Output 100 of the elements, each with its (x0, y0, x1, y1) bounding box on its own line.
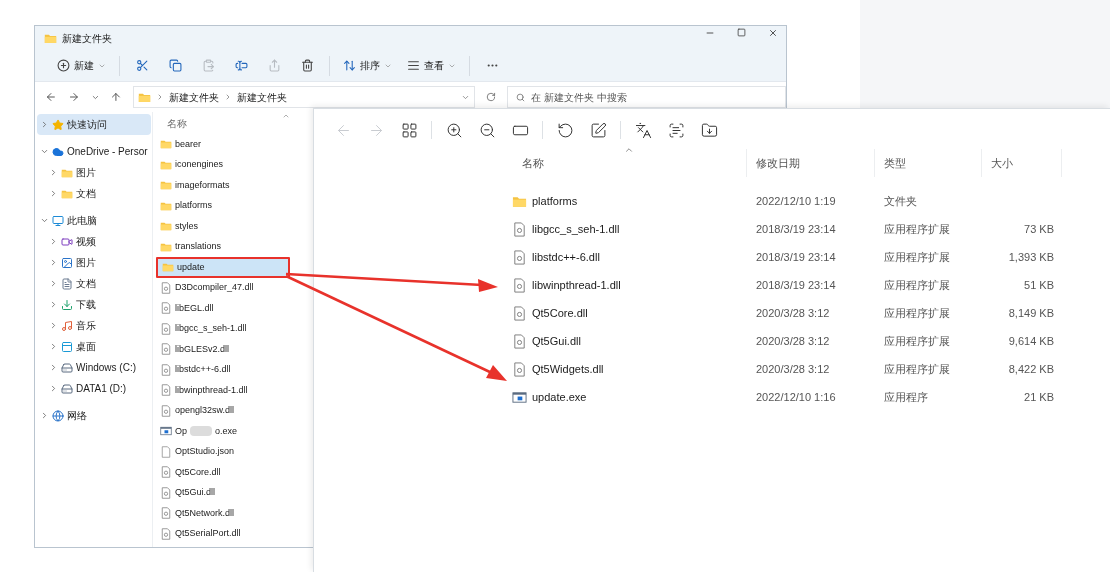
sidebar-item[interactable]: 此电脑 (37, 210, 151, 231)
sidebar-item[interactable]: 下载 (37, 294, 151, 315)
file-row[interactable]: libEGL.dll (156, 298, 290, 319)
chevron-right-icon[interactable] (49, 300, 58, 309)
file-row[interactable]: OptStudio.json (156, 441, 290, 462)
up-icon[interactable] (110, 91, 123, 103)
file-row[interactable]: Qt5Gui.dll (156, 482, 290, 503)
dll-file-icon (160, 281, 172, 294)
dll-file-icon (160, 302, 172, 315)
desktop-icon (61, 340, 73, 353)
sidebar-item[interactable]: 快速访问 (37, 114, 151, 135)
address-bar[interactable]: 新建文件夹 新建文件夹 (133, 86, 476, 108)
column-header[interactable]: 修改日期 (747, 154, 800, 172)
file-row[interactable]: update (156, 257, 290, 278)
drive-icon (61, 382, 73, 395)
dll-file-icon (160, 404, 172, 417)
sidebar-item[interactable]: 音乐 (37, 315, 151, 336)
file-row[interactable]: Qt5SerialPort.dll (156, 523, 290, 544)
dll-file-icon (512, 333, 527, 349)
file-row[interactable]: libwinpthread-1.dll 2018/3/19 23:14 应用程序扩展 51 KB (511, 271, 1110, 299)
chevron-right-icon[interactable] (40, 120, 49, 129)
toolbar-button[interactable]: 排序 (337, 53, 398, 78)
column-header[interactable]: 类型 (875, 154, 906, 172)
file-row[interactable]: Qt5Core.dll (156, 462, 290, 483)
clipboard-icon (201, 59, 215, 72)
file-row[interactable]: platforms (156, 195, 290, 216)
file-row[interactable]: Qt5Network.dll (156, 503, 290, 524)
sidebar-item[interactable]: 图片 (37, 252, 151, 273)
sidebar-item[interactable]: 文档 (37, 183, 151, 204)
sidebar-item[interactable]: OneDrive - Persor (37, 141, 151, 162)
dll-file-icon (160, 527, 172, 540)
sidebar-item[interactable]: 桌面 (37, 336, 151, 357)
file-row[interactable]: libstdc++-6.dll (156, 359, 290, 380)
file-row[interactable]: libgcc_s_seh-1.dll (156, 318, 290, 339)
file-row[interactable]: iconengines (156, 154, 290, 175)
zoom-out-icon (478, 121, 496, 139)
file-row[interactable]: styles (156, 216, 290, 237)
file-row[interactable]: platforms 2022/12/10 1:19 文件夹 (511, 187, 1110, 215)
chevron-down-icon[interactable] (40, 147, 49, 156)
date-cell-text: 2018/3/19 23:14 (755, 277, 837, 293)
chevron-right-icon[interactable] (49, 258, 58, 267)
chevron-right-icon[interactable] (49, 189, 58, 198)
maximize-icon[interactable] (737, 28, 746, 37)
chevron-right-icon[interactable] (49, 342, 58, 351)
size-cell-text: 73 KB (1024, 221, 1054, 237)
refresh-icon[interactable] (486, 92, 496, 102)
column-header[interactable]: 名称 (504, 154, 544, 172)
chevron-right-icon[interactable] (40, 411, 49, 420)
folder-icon (162, 261, 174, 274)
chevron-right-icon[interactable] (49, 237, 58, 246)
file-icon (160, 445, 172, 458)
sidebar-item[interactable]: Windows (C:) (37, 357, 151, 378)
file-row[interactable]: Qt5Widgets.dll 2020/3/28 3:12 应用程序扩展 8,422 KB (511, 355, 1110, 383)
back-icon[interactable] (45, 91, 57, 103)
breadcrumb-item[interactable]: 新建文件夹 (237, 89, 288, 105)
toolbar-button[interactable]: 新建 (51, 53, 112, 78)
file-row[interactable]: bearer (156, 134, 290, 155)
chevron-right-icon[interactable] (49, 168, 58, 177)
search-field[interactable]: 在 新建文件夹 中搜索 (507, 86, 786, 108)
file-row[interactable]: translations (156, 236, 290, 257)
file-name: libstdc++-6.dll (532, 249, 600, 265)
sidebar-item[interactable]: 文档 (37, 273, 151, 294)
chevron-down-icon[interactable] (40, 216, 49, 225)
sort-icon (343, 59, 356, 72)
size-cell-text: 1,393 KB (1008, 249, 1054, 265)
toolbar-button[interactable]: 查看 (401, 53, 462, 78)
sidebar-item[interactable]: 网络 (37, 405, 151, 426)
chevron-right-icon[interactable] (49, 279, 58, 288)
column-header[interactable]: 名称 (156, 116, 187, 134)
file-row[interactable]: update.exe 2022/12/10 1:16 应用程序 21 KB (511, 383, 1110, 411)
file-name-end: o.exe (215, 424, 238, 438)
type-cell-text: 应用程序 (883, 389, 929, 405)
sidebar-item[interactable]: 视频 (37, 231, 151, 252)
document-icon (61, 277, 73, 290)
chevron-right-icon[interactable] (49, 384, 58, 393)
sidebar-item[interactable]: 图片 (37, 162, 151, 183)
close-icon[interactable] (768, 28, 778, 38)
file-row[interactable]: D3Dcompiler_47.dll (156, 277, 290, 298)
type-cell-text: 应用程序扩展 (883, 333, 951, 349)
file-row[interactable]: Op o.exe (156, 421, 290, 442)
file-row[interactable]: Qt5Gui.dll 2020/3/28 3:12 应用程序扩展 9,614 KB (511, 327, 1110, 355)
file-row[interactable]: Qt5Core.dll 2020/3/28 3:12 应用程序扩展 8,149 KB (511, 299, 1110, 327)
file-row[interactable]: libstdc++-6.dll 2018/3/19 23:14 应用程序扩展 1,393 KB (511, 243, 1110, 271)
rotate-icon (556, 121, 574, 139)
file-row[interactable]: opengl32sw.dll (156, 400, 290, 421)
column-header[interactable]: 大小 (982, 154, 1013, 172)
translate-icon (634, 121, 652, 139)
chevron-right-icon[interactable] (49, 363, 58, 372)
breadcrumb-item[interactable]: 新建文件夹 (169, 89, 220, 105)
file-row[interactable]: libGLESv2.dll (156, 339, 290, 360)
sidebar-item[interactable]: DATA1 (D:) (37, 378, 151, 399)
folder-icon (160, 220, 172, 233)
type-cell-text: 应用程序扩展 (883, 221, 951, 237)
forward-icon[interactable] (67, 91, 80, 103)
chevron-right-icon[interactable] (49, 321, 58, 330)
dll-file-icon (160, 363, 172, 376)
file-row[interactable]: libwinpthread-1.dll (156, 380, 290, 401)
music-icon (61, 319, 73, 332)
file-row[interactable]: libgcc_s_seh-1.dll 2018/3/19 23:14 应用程序扩展 73 KB (511, 215, 1110, 243)
file-row[interactable]: imageformats (156, 175, 290, 196)
